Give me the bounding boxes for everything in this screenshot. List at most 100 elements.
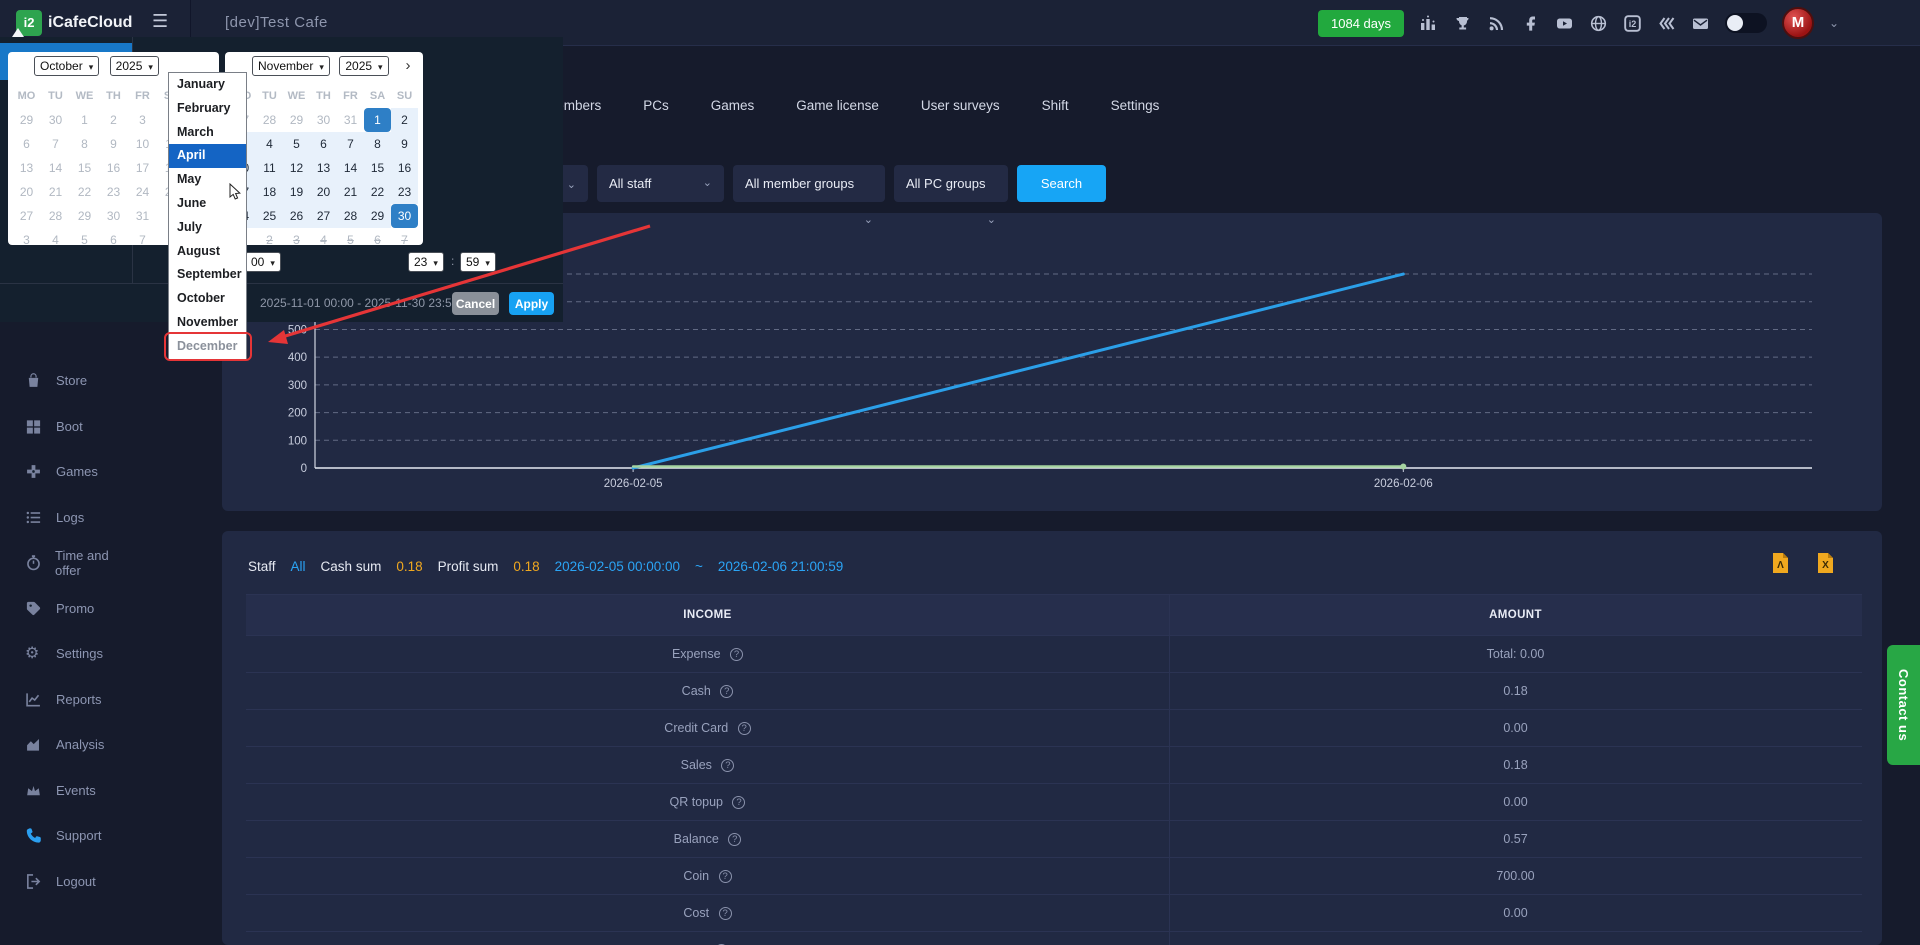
calendar-day[interactable]: 16 bbox=[99, 156, 128, 180]
calendar-day[interactable]: 31 bbox=[337, 108, 364, 132]
member-group-filter-dropdown[interactable]: All member groups ⌄ bbox=[733, 165, 885, 226]
calendar-day[interactable]: 26 bbox=[283, 204, 310, 228]
calendar-day[interactable]: 23 bbox=[391, 180, 418, 204]
calendar-day[interactable]: 2 bbox=[256, 228, 283, 252]
calendar-day[interactable]: 27 bbox=[12, 204, 41, 228]
calendar-day[interactable]: 9 bbox=[391, 132, 418, 156]
search-button[interactable]: Search bbox=[1017, 165, 1106, 202]
calendar-day[interactable]: 16 bbox=[391, 156, 418, 180]
calendar-day[interactable]: 13 bbox=[12, 156, 41, 180]
info-icon[interactable]: ? bbox=[732, 796, 746, 809]
calendar-day[interactable]: 6 bbox=[310, 132, 337, 156]
month-select[interactable]: November ▾ bbox=[252, 56, 330, 76]
sidebar-item-store[interactable]: Store bbox=[0, 358, 133, 404]
month-option-december[interactable]: December bbox=[164, 331, 252, 361]
month-option-september[interactable]: September bbox=[169, 263, 246, 287]
calendar-day[interactable]: 3 bbox=[12, 228, 41, 252]
calendar-day[interactable]: 30 bbox=[99, 204, 128, 228]
calendar-day[interactable]: 1 bbox=[70, 108, 99, 132]
days-remaining-badge[interactable]: 1084 days bbox=[1318, 9, 1404, 37]
calendar-day[interactable]: 1 bbox=[364, 108, 391, 132]
calendar-day[interactable]: 25 bbox=[256, 204, 283, 228]
minute-select-left[interactable]: 00 ▾ bbox=[245, 252, 281, 272]
calendar-day[interactable]: 7 bbox=[337, 132, 364, 156]
sidebar-item-events[interactable]: Events bbox=[0, 768, 133, 814]
trophy-icon[interactable] bbox=[1453, 14, 1472, 33]
calendar-day[interactable]: 15 bbox=[364, 156, 391, 180]
icafe-logo-icon[interactable]: i2 bbox=[1623, 14, 1642, 33]
globe-icon[interactable] bbox=[1589, 14, 1608, 33]
info-icon[interactable]: ? bbox=[728, 833, 742, 846]
hour-select-right[interactable]: 23 ▾ bbox=[408, 252, 444, 272]
sidebar-item-logs[interactable]: Logs bbox=[0, 495, 133, 541]
calendar-day[interactable]: 4 bbox=[256, 132, 283, 156]
month-option-november[interactable]: November bbox=[169, 311, 246, 335]
month-option-august[interactable]: August bbox=[169, 240, 246, 264]
calendar-day[interactable]: 21 bbox=[41, 180, 70, 204]
calendar-day[interactable]: 4 bbox=[41, 228, 70, 252]
calendar-day[interactable]: 21 bbox=[337, 180, 364, 204]
month-select[interactable]: October ▾ bbox=[34, 56, 100, 76]
calendar-day[interactable]: 10 bbox=[128, 132, 157, 156]
calendar-day[interactable]: 15 bbox=[70, 156, 99, 180]
calendar-day[interactable]: 31 bbox=[128, 204, 157, 228]
calendar-day[interactable]: 7 bbox=[41, 132, 70, 156]
month-option-january[interactable]: January bbox=[169, 73, 246, 97]
calendar-day[interactable]: 2 bbox=[391, 108, 418, 132]
calendar-day[interactable]: 30 bbox=[310, 108, 337, 132]
info-icon[interactable]: ? bbox=[721, 759, 735, 772]
youtube-icon[interactable] bbox=[1555, 14, 1574, 33]
sidebar-item-reports[interactable]: Reports bbox=[0, 677, 133, 723]
tab-settings[interactable]: Settings bbox=[1111, 98, 1160, 113]
calendar-day[interactable]: 30 bbox=[41, 108, 70, 132]
calendar-day[interactable]: 13 bbox=[310, 156, 337, 180]
calendar-day[interactable]: 14 bbox=[337, 156, 364, 180]
calendar-day[interactable]: 29 bbox=[364, 204, 391, 228]
year-select[interactable]: 2025 ▾ bbox=[109, 56, 159, 76]
calendar-day[interactable]: 5 bbox=[337, 228, 364, 252]
calendar-day[interactable]: 28 bbox=[256, 108, 283, 132]
calendar-day[interactable]: 7 bbox=[391, 228, 418, 252]
calendar-day[interactable]: 29 bbox=[283, 108, 310, 132]
calendar-day[interactable]: 6 bbox=[12, 132, 41, 156]
calendar-day[interactable]: 29 bbox=[12, 108, 41, 132]
calendar-day[interactable]: 20 bbox=[12, 180, 41, 204]
staff-filter-dropdown[interactable]: All staff ⌄ bbox=[597, 165, 724, 202]
calendar-day[interactable]: 19 bbox=[283, 180, 310, 204]
calendar-day[interactable]: 23 bbox=[99, 180, 128, 204]
ranking-icon[interactable] bbox=[1419, 14, 1438, 33]
calendar-day[interactable]: 18 bbox=[256, 180, 283, 204]
calendar-day[interactable]: 28 bbox=[41, 204, 70, 228]
calendar-day[interactable]: 3 bbox=[283, 228, 310, 252]
calendar-day[interactable]: 20 bbox=[310, 180, 337, 204]
calendar-day[interactable]: 8 bbox=[70, 132, 99, 156]
summary-segment[interactable]: 2026-02-05 00:00:00 bbox=[555, 559, 680, 574]
info-icon[interactable]: ? bbox=[737, 722, 751, 735]
info-icon[interactable]: ? bbox=[718, 870, 732, 883]
calendar-day[interactable]: 22 bbox=[364, 180, 391, 204]
calendar-day[interactable]: 7 bbox=[128, 228, 157, 252]
calendar-day[interactable]: 5 bbox=[283, 132, 310, 156]
hamburger-menu-icon[interactable]: ☰ bbox=[152, 11, 168, 32]
month-option-february[interactable]: February bbox=[169, 97, 246, 121]
calendar-day[interactable]: 8 bbox=[364, 132, 391, 156]
calendar-day[interactable]: 3 bbox=[128, 108, 157, 132]
sidebar-item-boot[interactable]: Boot bbox=[0, 404, 133, 450]
year-select[interactable]: 2025 ▾ bbox=[339, 56, 389, 76]
month-option-april[interactable]: April bbox=[169, 144, 246, 169]
cancel-button[interactable]: Cancel bbox=[452, 292, 499, 315]
mail-icon[interactable] bbox=[1691, 14, 1710, 33]
calendar-day[interactable]: 4 bbox=[310, 228, 337, 252]
calendar-day[interactable]: 29 bbox=[70, 204, 99, 228]
summary-segment[interactable]: 2026-02-06 21:00:59 bbox=[718, 559, 843, 574]
info-icon[interactable]: ? bbox=[720, 685, 734, 698]
calendar-day[interactable]: 9 bbox=[99, 132, 128, 156]
info-icon[interactable]: ? bbox=[730, 648, 744, 661]
calendar-day[interactable]: 6 bbox=[364, 228, 391, 252]
calendar-day[interactable]: 12 bbox=[283, 156, 310, 180]
rss-icon[interactable] bbox=[1487, 14, 1506, 33]
sidebar-item-support[interactable]: Support bbox=[0, 813, 133, 859]
calendar-day[interactable]: 22 bbox=[70, 180, 99, 204]
theme-toggle[interactable] bbox=[1725, 13, 1767, 33]
chevrons-icon[interactable] bbox=[1657, 14, 1676, 33]
